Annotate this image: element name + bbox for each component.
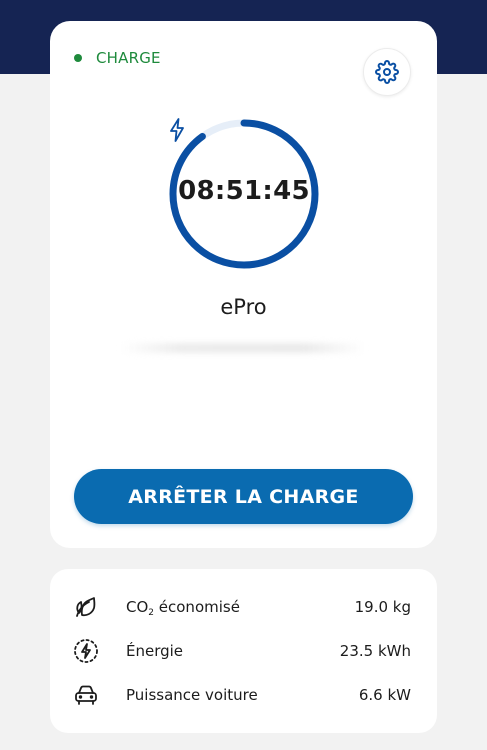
stat-row-co2: CO2 économisé 19.0 kg xyxy=(50,592,437,622)
status-label: CHARGE xyxy=(96,49,161,67)
charging-card: CHARGE 08:51:45 ePro ARRÊTER LA CHARGE xyxy=(50,21,437,548)
charge-status: CHARGE xyxy=(74,48,161,68)
bolt-icon xyxy=(170,118,184,142)
stop-charge-button[interactable]: ARRÊTER LA CHARGE xyxy=(74,469,413,524)
stat-value-energy: 23.5 kWh xyxy=(339,642,411,660)
stat-value-co2: 19.0 kg xyxy=(354,598,411,616)
status-dot xyxy=(74,54,82,62)
energy-icon xyxy=(73,639,99,663)
settings-button[interactable] xyxy=(363,48,411,96)
stat-row-energy: Énergie 23.5 kWh xyxy=(50,636,437,666)
leaf-icon xyxy=(73,595,99,619)
redacted-address xyxy=(120,343,365,353)
stat-label-co2: CO2 économisé xyxy=(126,598,240,618)
stat-label-power: Puissance voiture xyxy=(126,686,258,704)
gear-icon xyxy=(375,60,399,84)
stat-row-power: Puissance voiture 6.6 kW xyxy=(50,680,437,710)
stats-card: CO2 économisé 19.0 kg Énergie 23.5 kWh P… xyxy=(50,569,437,733)
charge-progress-ring: 08:51:45 xyxy=(167,117,321,271)
car-icon xyxy=(73,683,99,707)
stat-label-energy: Énergie xyxy=(126,642,184,660)
device-name: ePro xyxy=(220,295,267,319)
charge-timer: 08:51:45 xyxy=(178,176,310,206)
stat-value-power: 6.6 kW xyxy=(358,686,411,704)
stop-charge-label: ARRÊTER LA CHARGE xyxy=(128,485,359,508)
